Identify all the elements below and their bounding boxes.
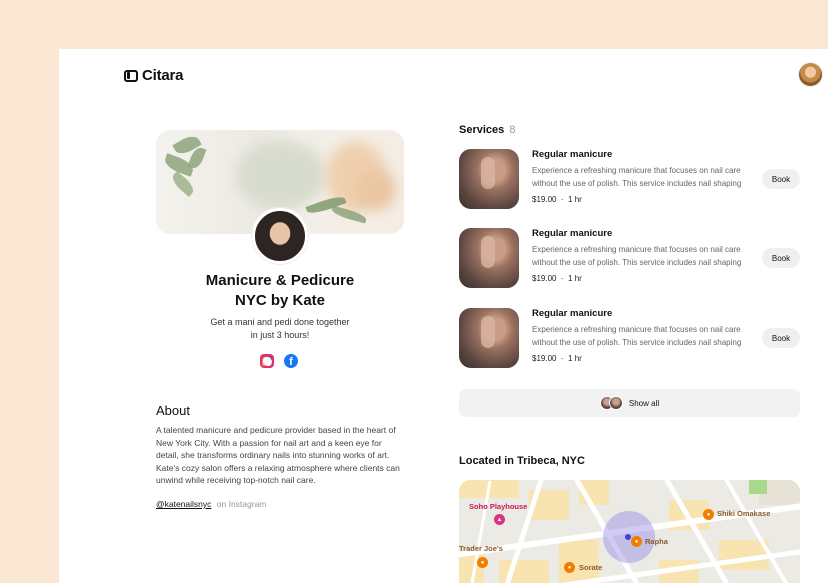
logo-text: Citara <box>142 67 184 84</box>
service-name: Regular manicure <box>532 149 613 160</box>
service-meta: $19.00 · 1 hr <box>532 274 582 283</box>
poi-shiki-label: Shiki Omakase <box>717 509 771 518</box>
facebook-icon[interactable]: f <box>284 354 298 368</box>
service-price: $19.00 <box>532 195 557 204</box>
restaurant-icon: ● <box>564 562 575 573</box>
dot-separator: · <box>558 354 566 363</box>
dot-separator: · <box>558 195 566 204</box>
location-map[interactable]: Soho Playhouse ▲ Shiki Omakase ● Rapha ●… <box>459 480 800 583</box>
service-price: $19.00 <box>532 354 557 363</box>
service-name: Regular manicure <box>532 308 613 319</box>
book-button[interactable]: Book <box>762 328 800 348</box>
service-item[interactable]: Regular manicure Experience a refreshing… <box>459 308 800 370</box>
business-name: Manicure & Pedicure NYC by Kate <box>156 271 404 311</box>
about-text: A talented manicure and pedicure provide… <box>156 425 400 486</box>
profile-avatar <box>252 208 308 264</box>
tagline-line2: in just 3 hours! <box>250 330 310 340</box>
services-title-text: Services <box>459 124 505 136</box>
service-description: Experience a refreshing manicure that fo… <box>532 325 742 347</box>
service-description: Experience a refreshing manicure that fo… <box>532 166 742 188</box>
book-button[interactable]: Book <box>762 248 800 268</box>
poi-trader-label: Trader Joe's <box>459 544 503 553</box>
user-avatar[interactable] <box>798 62 823 87</box>
app-frame: Citara Manicure & Pedicure NYC by Kate G… <box>59 49 828 583</box>
service-image <box>459 308 519 368</box>
avatar-stack <box>599 396 623 410</box>
service-item[interactable]: Regular manicure Experience a refreshing… <box>459 149 800 211</box>
instagram-handle-row: @katenailsnyc on Instagram <box>156 499 266 509</box>
show-all-button[interactable]: Show all <box>459 389 800 417</box>
theater-icon: ▲ <box>494 514 505 525</box>
show-all-label: Show all <box>628 398 660 408</box>
social-links: f <box>260 354 298 368</box>
business-name-line1: Manicure & Pedicure <box>205 272 355 289</box>
location-pin-icon <box>625 534 631 540</box>
restaurant-icon: ● <box>703 509 714 520</box>
location-title: Located in Tribeca, NYC <box>459 455 585 467</box>
tagline-line1: Get a mani and pedi done together <box>210 317 350 327</box>
service-meta: $19.00 · 1 hr <box>532 195 582 204</box>
cafe-icon: ● <box>631 536 642 547</box>
grocery-icon: ● <box>477 557 488 568</box>
poi-sorate-label: Sorate <box>579 563 603 572</box>
instagram-handle-suffix: on Instagram <box>216 499 267 509</box>
dot-separator: · <box>558 274 566 283</box>
poi-rapha-label: Rapha <box>645 537 668 546</box>
logo[interactable]: Citara <box>124 67 184 84</box>
instagram-handle-link[interactable]: @katenailsnyc <box>156 499 211 509</box>
poi-soho-label: Soho Playhouse <box>469 502 528 511</box>
services-count: 8 <box>509 124 516 136</box>
service-duration: 1 hr <box>568 274 582 283</box>
services-title: Services 8 <box>459 124 515 136</box>
service-duration: 1 hr <box>568 195 582 204</box>
about-title: About <box>156 403 190 418</box>
business-name-line2: NYC by Kate <box>234 292 326 309</box>
business-tagline: Get a mani and pedi done together in jus… <box>156 316 404 342</box>
mini-avatar <box>608 396 623 410</box>
logo-icon <box>124 69 138 82</box>
book-button[interactable]: Book <box>762 169 800 189</box>
instagram-icon[interactable] <box>260 354 274 368</box>
service-image <box>459 149 519 209</box>
service-item[interactable]: Regular manicure Experience a refreshing… <box>459 228 800 290</box>
service-duration: 1 hr <box>568 354 582 363</box>
service-image <box>459 228 519 288</box>
service-price: $19.00 <box>532 274 557 283</box>
service-description: Experience a refreshing manicure that fo… <box>532 245 742 267</box>
service-name: Regular manicure <box>532 228 613 239</box>
service-meta: $19.00 · 1 hr <box>532 354 582 363</box>
